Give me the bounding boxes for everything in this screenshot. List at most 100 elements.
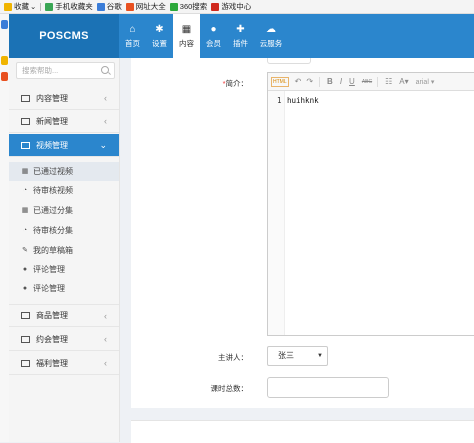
grid-icon: ▦ bbox=[21, 168, 29, 175]
top-navigation: ⌂ 首页 ✱ 设置 ▦ 内容 ● 会员 ✚ 插件 ☁ 云服务 bbox=[119, 14, 474, 58]
video-icon bbox=[21, 141, 30, 149]
chevron-left-icon: ‹ bbox=[104, 358, 107, 368]
nav-cloud[interactable]: ☁ 云服务 bbox=[254, 14, 288, 58]
chevron-left-icon: ‹ bbox=[104, 334, 107, 344]
sidebar-item-label: 约会管理 bbox=[36, 334, 68, 344]
side-app-icon[interactable] bbox=[1, 20, 8, 29]
toolbar-divider bbox=[319, 76, 321, 87]
side-app-icon[interactable] bbox=[1, 72, 8, 81]
editor-body[interactable]: 1 huihknk bbox=[268, 91, 474, 335]
nav-label: 会员 bbox=[206, 38, 221, 48]
table-icon bbox=[21, 359, 30, 367]
html-mode-button[interactable]: HTML bbox=[271, 76, 289, 87]
grid-icon bbox=[21, 94, 30, 102]
bookmark-item[interactable]: 网址大全 bbox=[125, 1, 166, 12]
nav-label: 内容 bbox=[179, 38, 194, 48]
nav-content[interactable]: ▦ 内容 bbox=[173, 14, 200, 58]
sidebar-item-news[interactable]: 新闻管理 ‹ bbox=[9, 110, 119, 133]
bookmark-item[interactable]: 游戏中心 bbox=[211, 1, 251, 12]
speaker-selected-value: 张三 bbox=[278, 351, 294, 360]
game-icon bbox=[211, 2, 220, 11]
sidebar-search-input[interactable]: 搜索帮助... bbox=[16, 62, 115, 79]
redo-button[interactable]: ↷ bbox=[306, 77, 313, 86]
bold-button[interactable]: B bbox=[327, 77, 333, 86]
editor-toolbar: HTML ↶ ↷ B I U ABC ☷ A▾ arial ▾ bbox=[268, 73, 474, 91]
toolbar-divider bbox=[377, 76, 379, 87]
chevron-down-icon: ⌄ bbox=[99, 139, 107, 150]
sidebar-item-dating[interactable]: 约会管理 ‹ bbox=[9, 328, 119, 351]
submenu-label: 待审核分集 bbox=[33, 226, 73, 235]
table-icon bbox=[21, 312, 30, 319]
comment-icon: ● bbox=[22, 285, 28, 292]
bookmark-bar: 收藏 ⌄ 手机收藏夹 谷歌 网址大全 360搜索 游戏中心 bbox=[0, 0, 474, 14]
nav-home[interactable]: ⌂ 首页 bbox=[119, 14, 146, 58]
submenu-label: 我的草稿箱 bbox=[33, 246, 73, 255]
grid-icon: ▦ bbox=[181, 23, 192, 35]
line-number: 1 bbox=[277, 96, 282, 105]
submenu-item-approved-episodes[interactable]: ▦ 已通过分集 bbox=[9, 201, 119, 220]
app-logo[interactable]: POSCMS bbox=[9, 14, 119, 58]
bookmark-label: 360搜索 bbox=[179, 2, 208, 11]
submenu-item-approved-videos[interactable]: ▦ 已通过视频 bbox=[9, 162, 119, 181]
submenu-item-comments[interactable]: ● 评论管理 bbox=[9, 260, 119, 279]
bookmark-item[interactable]: 收藏 ⌄ bbox=[4, 1, 42, 12]
star-icon bbox=[4, 2, 12, 11]
intro-label-text: 简介： bbox=[225, 79, 249, 88]
sidebar-item-label: 内容管理 bbox=[36, 93, 68, 103]
speaker-label: 主讲人： bbox=[218, 353, 248, 362]
speaker-select[interactable]: 张三 ▼ bbox=[267, 346, 328, 366]
nav-label: 插件 bbox=[233, 38, 248, 48]
phone-icon bbox=[45, 2, 54, 11]
lessons-count-input[interactable] bbox=[267, 377, 389, 398]
sidebar-item-welfare[interactable]: 福利管理 ‹ bbox=[9, 352, 119, 375]
page-icon bbox=[96, 2, 105, 11]
bookmark-label: 收藏 bbox=[14, 2, 29, 11]
submenu-item-drafts[interactable]: ✎ 我的草稿箱 bbox=[9, 241, 119, 260]
bookmark-label: 网址大全 bbox=[135, 2, 166, 11]
sidebar-item-content[interactable]: 内容管理 ‹ bbox=[9, 87, 119, 110]
search-360-icon bbox=[169, 2, 178, 11]
previous-field-input[interactable] bbox=[267, 58, 311, 64]
nav-label: 首页 bbox=[125, 38, 140, 48]
submenu-item-comments-2[interactable]: ● 评论管理 bbox=[9, 279, 119, 298]
side-app-icon[interactable] bbox=[1, 56, 8, 65]
bookmark-item[interactable]: 手机收藏夹 bbox=[45, 1, 93, 12]
sidebar: 搜索帮助... 内容管理 ‹ 新闻管理 ‹ 视频管理 ⌄ ▦ 已通过视频 ◔ 待… bbox=[9, 58, 120, 442]
nav-settings[interactable]: ✱ 设置 bbox=[146, 14, 173, 58]
submenu-item-pending-videos[interactable]: ◔ 待审核视频 bbox=[9, 181, 119, 200]
bookmark-label: 手机收藏夹 bbox=[55, 2, 93, 11]
sidebar-item-label: 商品管理 bbox=[36, 311, 68, 320]
sidebar-item-label: 视频管理 bbox=[36, 140, 68, 150]
page-icon bbox=[125, 2, 134, 11]
dropdown-arrow-icon: ▼ bbox=[317, 353, 323, 359]
strikethrough-button[interactable]: ABC bbox=[362, 79, 372, 85]
nav-members[interactable]: ● 会员 bbox=[200, 14, 227, 58]
font-color-button[interactable]: A▾ bbox=[399, 77, 408, 86]
paragraph-format-button[interactable]: ☷ bbox=[385, 77, 392, 86]
bookmark-item[interactable]: 谷歌 bbox=[96, 1, 122, 12]
clock-icon: ◔ bbox=[22, 187, 28, 194]
sidebar-item-label: 新闻管理 bbox=[36, 116, 68, 126]
comment-icon: ● bbox=[22, 266, 28, 273]
underline-button[interactable]: U bbox=[349, 77, 355, 86]
bookmark-item[interactable]: 360搜索 bbox=[169, 1, 208, 12]
sidebar-item-video[interactable]: 视频管理 ⌄ bbox=[9, 134, 119, 157]
lessons-label: 课时总数： bbox=[210, 384, 249, 393]
grid-icon: ▦ bbox=[21, 207, 29, 214]
line-number-gutter bbox=[268, 91, 285, 335]
italic-button[interactable]: I bbox=[340, 77, 342, 86]
search-icon[interactable] bbox=[101, 66, 109, 74]
edit-icon: ✎ bbox=[22, 247, 28, 254]
undo-button[interactable]: ↶ bbox=[295, 77, 302, 86]
cloud-icon: ☁ bbox=[266, 23, 276, 35]
font-family-select[interactable]: arial ▾ bbox=[416, 78, 435, 86]
gear-icon: ✱ bbox=[155, 23, 164, 35]
submenu-item-pending-episodes[interactable]: ◔ 待审核分集 bbox=[9, 221, 119, 240]
chevron-down-icon: ⌄ bbox=[30, 2, 37, 11]
rich-text-editor[interactable]: HTML ↶ ↷ B I U ABC ☷ A▾ arial ▾ 1 huihkn… bbox=[267, 72, 474, 336]
nav-plugins[interactable]: ✚ 插件 bbox=[227, 14, 254, 58]
sidebar-item-products[interactable]: 商品管理 ‹ bbox=[9, 304, 119, 327]
bookmark-divider bbox=[40, 2, 42, 11]
editor-text[interactable]: huihknk bbox=[287, 96, 319, 105]
submenu-label: 待审核视频 bbox=[33, 186, 73, 195]
